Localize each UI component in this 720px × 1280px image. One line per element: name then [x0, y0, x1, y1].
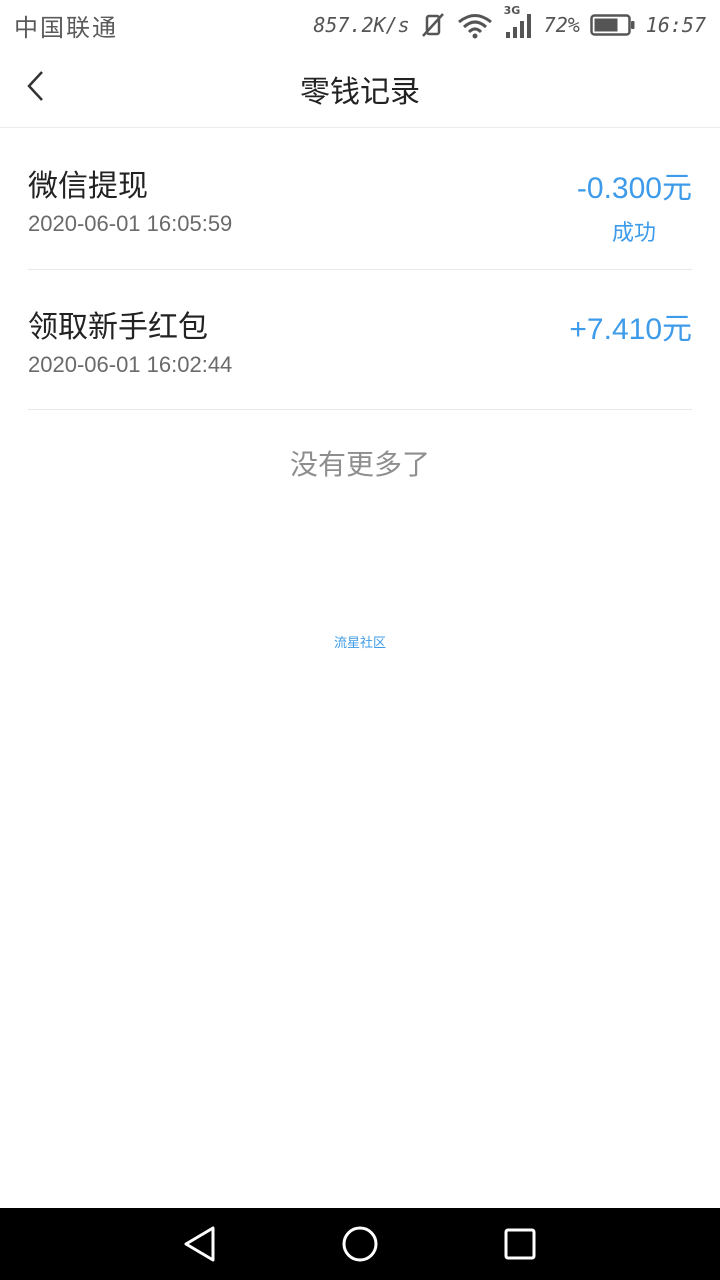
battery-icon — [590, 13, 636, 37]
watermark: 流星社区 — [333, 636, 386, 651]
record-time: 2020-06-01 16:05:59 — [28, 211, 233, 236]
back-button[interactable] — [14, 64, 58, 108]
carrier-name: 中国联通 — [14, 13, 118, 42]
status-bar: 中国联通 857.2K/s 3G 72% 16:57 — [0, 0, 720, 50]
wifi-icon — [456, 11, 494, 39]
nav-home-button[interactable] — [340, 1224, 380, 1264]
circle-home-icon — [342, 1226, 378, 1262]
nav-recents-button[interactable] — [500, 1224, 540, 1264]
back-arrow-icon — [27, 71, 43, 101]
record-status: 成功 — [611, 221, 656, 246]
title-bar: 零钱记录 — [0, 50, 720, 128]
network-type: 3G — [503, 4, 521, 17]
square-recents-icon — [504, 1228, 536, 1260]
record-time: 2020-06-01 16:02:44 — [28, 352, 233, 377]
net-speed: 857.2K/s — [313, 13, 410, 37]
record-list: 微信提现 2020-06-01 16:05:59 -0.300元 成功 领取新手… — [28, 129, 692, 410]
record-amount: +7.410元 — [569, 313, 692, 346]
record-title: 微信提现 — [28, 169, 148, 204]
nav-back-button[interactable] — [180, 1224, 220, 1264]
record-title: 领取新手红包 — [28, 310, 208, 345]
no-more-text: 没有更多了 — [289, 448, 430, 481]
triangle-back-icon — [184, 1226, 215, 1262]
battery-percent: 72% — [543, 13, 580, 37]
record-amount: -0.300元 — [576, 172, 692, 205]
cellular-signal-icon: 3G — [504, 4, 534, 40]
status-indicators: 857.2K/s 3G 72% 16:57 — [313, 4, 706, 40]
navigation-bar — [0, 1208, 720, 1280]
clock: 16:57 — [645, 13, 706, 37]
list-item[interactable]: 领取新手红包 2020-06-01 16:02:44 +7.410元 — [28, 270, 692, 410]
list-item[interactable]: 微信提现 2020-06-01 16:05:59 -0.300元 成功 — [28, 129, 692, 270]
vibrate-off-icon — [420, 12, 446, 38]
page-title: 零钱记录 — [300, 74, 420, 110]
